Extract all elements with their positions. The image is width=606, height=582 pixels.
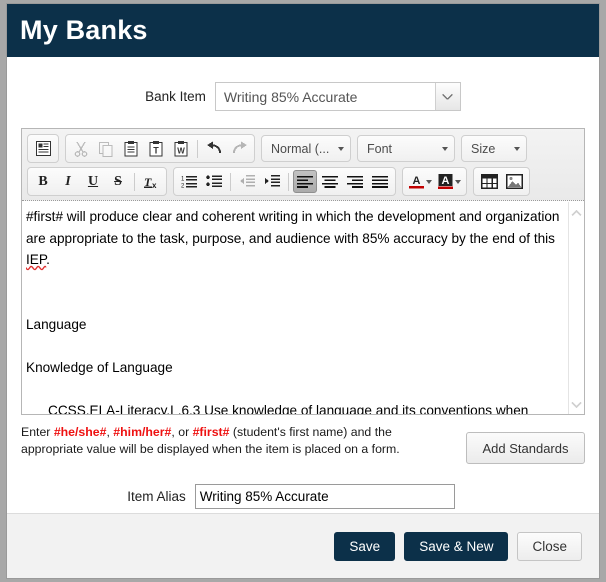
bank-item-select[interactable]: Writing 85% Accurate bbox=[214, 82, 461, 111]
underline-icon[interactable]: U bbox=[81, 170, 105, 193]
paste-icon[interactable] bbox=[119, 137, 143, 160]
toolbar-group-paragraph: 12 bbox=[173, 167, 396, 196]
bank-item-selected-value: Writing 85% Accurate bbox=[223, 88, 358, 105]
chevron-down-icon bbox=[514, 146, 520, 151]
dialog-footer: Save Save & New Close bbox=[7, 513, 599, 578]
toolbar-group-clipboard: T W bbox=[65, 134, 255, 163]
item-alias-label: Item Alias bbox=[127, 489, 186, 504]
heading-language: Language bbox=[26, 316, 87, 332]
toolbar-row-2: B I U S Tx 1 2 A A bbox=[27, 167, 579, 196]
italic-icon[interactable]: I bbox=[56, 170, 80, 193]
token-first: #first# bbox=[192, 425, 230, 439]
scroll-down-icon[interactable] bbox=[571, 396, 582, 411]
templates-icon[interactable] bbox=[31, 137, 55, 160]
my-banks-dialog: My Banks Bank Item Writing 85% Accurate bbox=[7, 4, 599, 578]
save-and-new-button[interactable]: Save & New bbox=[404, 531, 509, 561]
copy-icon[interactable] bbox=[94, 137, 118, 160]
svg-text:W: W bbox=[177, 147, 185, 156]
cut-icon[interactable] bbox=[69, 137, 93, 160]
size-label: Size bbox=[471, 141, 496, 156]
svg-text:A: A bbox=[442, 175, 450, 187]
justify-icon[interactable] bbox=[368, 170, 392, 193]
paste-from-word-icon[interactable]: W bbox=[169, 137, 193, 160]
svg-text:T: T bbox=[153, 146, 159, 156]
svg-text:2: 2 bbox=[181, 184, 185, 190]
toolbar-divider bbox=[230, 172, 231, 191]
text-color-button[interactable]: A bbox=[406, 170, 434, 193]
editor-text[interactable]: #first# will produce clear and coherent … bbox=[22, 202, 584, 414]
standard-code-1: CCSS.ELA-Literacy bbox=[48, 402, 167, 415]
bold-glyph: B bbox=[38, 173, 48, 189]
paste-as-text-icon[interactable]: T bbox=[144, 137, 168, 160]
save-button[interactable]: Save bbox=[334, 531, 396, 561]
editor-content-area[interactable]: #first# will produce clear and coherent … bbox=[22, 201, 584, 414]
remove-format-icon[interactable]: Tx bbox=[139, 170, 163, 193]
size-dropdown[interactable]: Size bbox=[461, 135, 527, 162]
dialog-body: Bank Item Writing 85% Accurate T W Norma… bbox=[7, 57, 599, 513]
paragraph-format-dropdown[interactable]: Normal (... bbox=[261, 135, 351, 162]
help-lead: Enter bbox=[21, 425, 54, 439]
editor-scrollbar[interactable] bbox=[568, 202, 584, 414]
chevron-down-icon bbox=[455, 179, 461, 184]
outdent-icon[interactable] bbox=[235, 170, 259, 193]
table-icon[interactable] bbox=[477, 170, 501, 193]
toolbar-group-colors: A A bbox=[402, 167, 467, 196]
italic-glyph: I bbox=[65, 173, 71, 189]
svg-text:x: x bbox=[152, 181, 157, 190]
add-standards-button[interactable]: Add Standards bbox=[466, 432, 585, 464]
item-alias-row: Item Alias Writing 85% Accurate bbox=[7, 484, 599, 509]
toolbar-group-templates bbox=[27, 134, 59, 163]
toolbar-row-1: T W Normal (... Font Size bbox=[27, 134, 579, 163]
misspelled-iep: IEP bbox=[26, 252, 47, 267]
toolbar-divider bbox=[197, 139, 198, 158]
dialog-titlebar: My Banks bbox=[7, 4, 599, 57]
editor-toolbar: T W Normal (... Font Size B I U S T x 1 … bbox=[22, 129, 584, 201]
close-button[interactable]: Close bbox=[517, 531, 582, 561]
toolbar-group-basic-styles: B I U S Tx bbox=[27, 167, 167, 196]
help-sep-2: , or bbox=[171, 425, 193, 439]
toolbar-group-insert bbox=[473, 167, 530, 196]
align-center-icon[interactable] bbox=[318, 170, 342, 193]
indent-icon[interactable] bbox=[260, 170, 284, 193]
toolbar-divider bbox=[288, 172, 289, 191]
font-label: Font bbox=[367, 141, 393, 156]
goal-paragraph-part2: . bbox=[46, 252, 50, 267]
toolbar-divider bbox=[134, 172, 135, 191]
numbered-list-icon[interactable]: 12 bbox=[177, 170, 201, 193]
undo-icon[interactable] bbox=[202, 137, 226, 160]
align-right-icon[interactable] bbox=[343, 170, 367, 193]
bulleted-list-icon[interactable] bbox=[202, 170, 226, 193]
bold-icon[interactable]: B bbox=[31, 170, 55, 193]
chevron-down-icon bbox=[426, 179, 432, 184]
font-dropdown[interactable]: Font bbox=[357, 135, 455, 162]
bank-item-label: Bank Item bbox=[145, 89, 206, 104]
bank-item-row: Bank Item Writing 85% Accurate bbox=[7, 82, 599, 111]
strikethrough-glyph: S bbox=[114, 173, 122, 189]
chevron-down-icon bbox=[442, 146, 448, 151]
heading-knowledge-of-language: Knowledge of Language bbox=[26, 359, 173, 375]
help-row: Enter #he/she#, #him/her#, or #first# (s… bbox=[21, 424, 585, 464]
underline-glyph: U bbox=[87, 173, 99, 189]
svg-text:A: A bbox=[413, 175, 421, 187]
goal-paragraph-part1: #first# will produce clear and coherent … bbox=[26, 209, 564, 246]
paragraph-format-label: Normal (... bbox=[271, 141, 330, 156]
chevron-down-icon bbox=[338, 146, 345, 151]
align-left-icon[interactable] bbox=[293, 170, 317, 193]
rich-text-editor: T W Normal (... Font Size B I U S T x 1 … bbox=[21, 128, 585, 415]
placeholder-help-text: Enter #he/she#, #him/her#, or #first# (s… bbox=[21, 424, 456, 458]
item-alias-input[interactable]: Writing 85% Accurate bbox=[194, 484, 455, 509]
chevron-down-icon[interactable] bbox=[434, 83, 460, 110]
redo-icon[interactable] bbox=[227, 137, 251, 160]
page-title: My Banks bbox=[20, 15, 148, 45]
token-he-she: #he/she# bbox=[53, 425, 107, 439]
scroll-up-icon[interactable] bbox=[571, 205, 582, 220]
background-color-button[interactable]: A bbox=[435, 170, 463, 193]
svg-text:1: 1 bbox=[181, 177, 185, 183]
image-icon[interactable] bbox=[502, 170, 526, 193]
strikethrough-icon[interactable]: S bbox=[106, 170, 130, 193]
token-him-her: #him/her# bbox=[113, 425, 172, 439]
